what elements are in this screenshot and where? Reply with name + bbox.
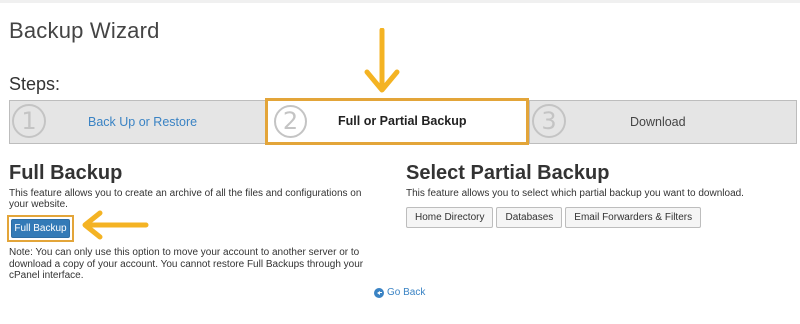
databases-button[interactable]: Databases (496, 207, 563, 228)
go-back-link[interactable]: Go Back (374, 287, 425, 298)
step-download: 3 Download (530, 101, 798, 143)
step-label-full-or-partial-backup: Full or Partial Backup (338, 114, 467, 128)
full-backup-button-highlight: Full Backup (7, 215, 74, 242)
annotation-arrow-left-icon (82, 210, 149, 240)
full-backup-button[interactable]: Full Backup (11, 219, 70, 238)
step-label-back-up-or-restore[interactable]: Back Up or Restore (88, 101, 197, 143)
home-directory-button[interactable]: Home Directory (406, 207, 494, 228)
steps-heading: Steps: (9, 74, 61, 94)
full-backup-note: Note: You can only use this option to mo… (9, 247, 364, 281)
partial-backup-buttons: Home Directory Databases Email Forwarder… (406, 207, 702, 228)
annotation-arrow-down-icon (364, 28, 400, 93)
step-number-1: 1 (12, 104, 46, 138)
go-back-label[interactable]: Go Back (387, 287, 425, 298)
top-border (0, 0, 800, 3)
page-title: Backup Wizard (9, 18, 160, 43)
step-label-download: Download (630, 115, 686, 129)
email-forwarders-filters-button[interactable]: Email Forwarders & Filters (565, 207, 702, 228)
step-number-3: 3 (532, 104, 566, 138)
full-backup-title: Full Backup (9, 162, 123, 184)
partial-backup-description: This feature allows you to select which … (406, 188, 744, 199)
step-full-or-partial-backup-active: 2 Full or Partial Backup (265, 98, 529, 145)
arrow-circle-left-icon (374, 287, 384, 298)
partial-backup-title: Select Partial Backup (406, 162, 610, 184)
step-number-2: 2 (274, 105, 307, 138)
step-back-up-or-restore[interactable]: 1 Back Up or Restore (10, 101, 265, 143)
full-backup-description: This feature allows you to create an arc… (9, 188, 362, 210)
